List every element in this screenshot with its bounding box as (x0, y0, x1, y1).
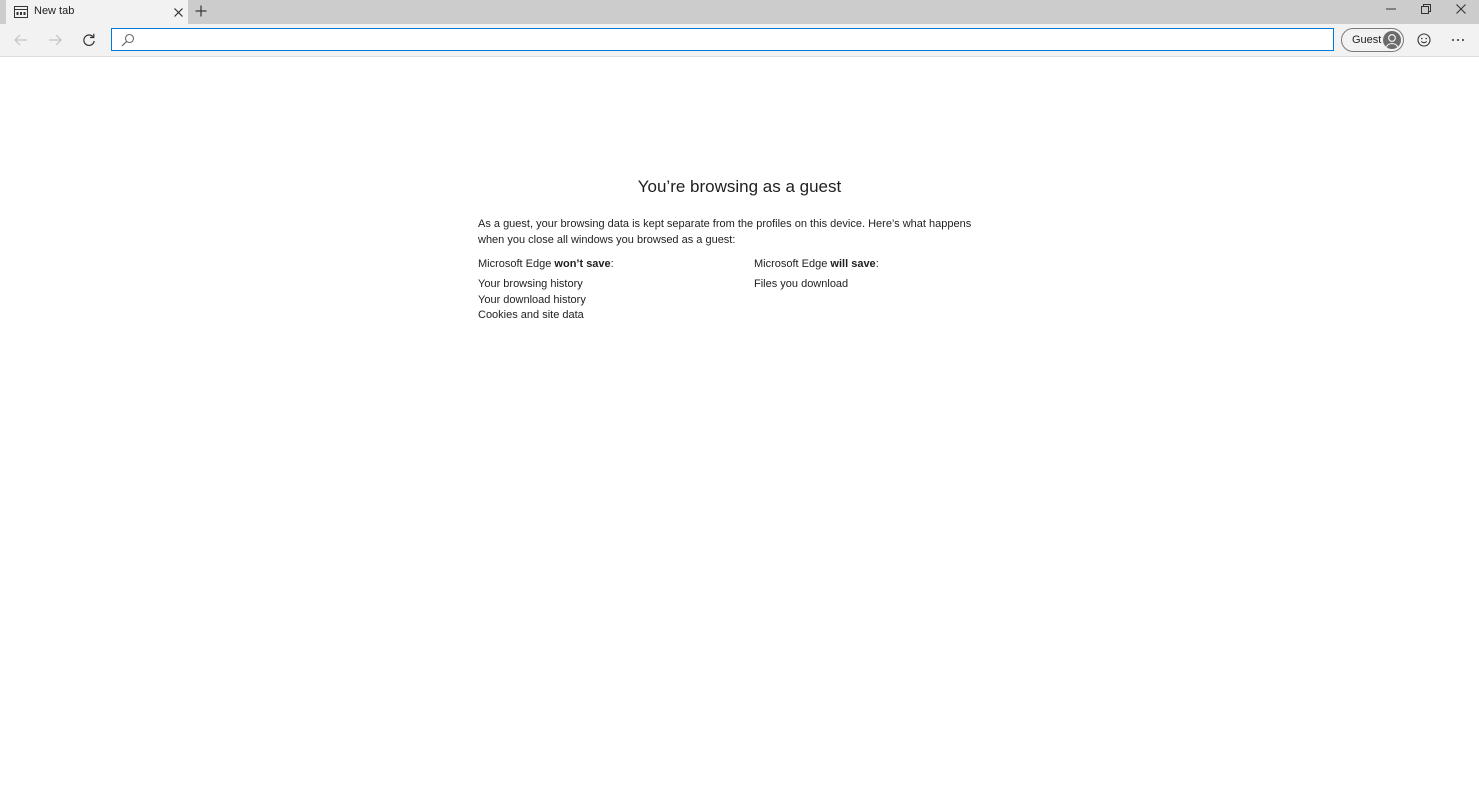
page-title: You’re browsing as a guest (637, 177, 842, 196)
emoji-feedback-icon[interactable] (1412, 29, 1436, 51)
wont-save-heading: Microsoft Edge won’t save: (478, 258, 614, 270)
close-window-button[interactable] (1444, 0, 1478, 18)
wont-save-list: Your browsing history Your download hist… (478, 277, 738, 324)
will-save-list: Files you download (754, 277, 1014, 293)
tab-title: New tab (34, 5, 75, 17)
list-item: Your browsing history (478, 278, 583, 290)
new-tab-button[interactable] (193, 3, 209, 19)
profile-button[interactable]: Guest (1341, 28, 1404, 52)
restore-button[interactable] (1409, 0, 1443, 18)
search-icon (121, 33, 135, 47)
page-content: You’re browsing as a guest As a guest, y… (0, 58, 1479, 800)
address-input[interactable] (138, 31, 1318, 48)
forward-button[interactable] (43, 29, 67, 51)
address-bar[interactable] (111, 28, 1334, 51)
refresh-button[interactable] (77, 29, 101, 51)
tab-strip: New tab (0, 0, 1479, 24)
profile-label: Guest (1352, 34, 1382, 46)
newtab-page-icon (14, 5, 28, 18)
close-tab-icon[interactable] (171, 5, 185, 19)
browser-toolbar: Guest (0, 24, 1479, 57)
guest-intro-text: As a guest, your browsing data is kept s… (478, 218, 972, 246)
tab-new-tab[interactable]: New tab (6, 0, 188, 24)
minimize-button[interactable] (1374, 0, 1408, 18)
will-save-section: Microsoft Edge will save: Files you down… (754, 258, 1014, 293)
wont-save-section: Microsoft Edge won’t save: Your browsing… (478, 258, 738, 324)
back-button[interactable] (9, 29, 33, 51)
avatar-icon (1383, 31, 1401, 49)
list-item: Your download history (478, 293, 586, 306)
will-save-heading: Microsoft Edge will save: (754, 258, 879, 270)
more-icon[interactable] (1446, 29, 1470, 51)
list-item: Cookies and site data (478, 309, 584, 321)
list-item: Files you download (754, 278, 849, 290)
